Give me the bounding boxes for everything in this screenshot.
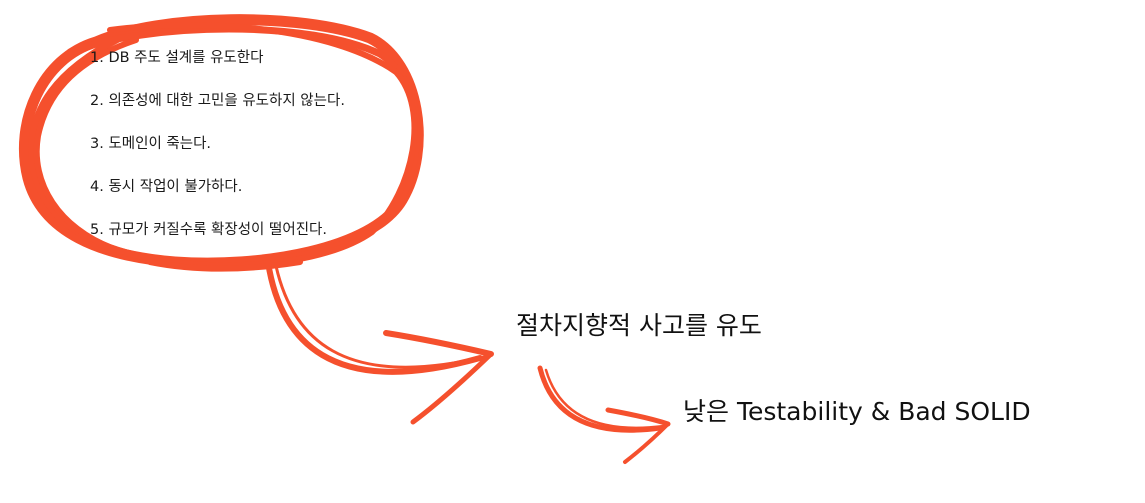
arrow-to-procedural — [265, 259, 494, 425]
list-item: 5. 규모가 커질수록 확장성이 떨어진다. — [90, 222, 327, 238]
testability-label: 낮은 Testability & Bad SOLID — [683, 397, 1031, 426]
procedural-thinking-label: 절차지향적 사고를 유도 — [516, 311, 762, 340]
list-item: 3. 도메인이 죽는다. — [90, 136, 212, 152]
list-item: 4. 동시 작업이 불가하다. — [90, 179, 243, 195]
problem-list: 1. DB 주도 설계를 유도한다 2. 의존성에 대한 고민을 유도하지 않는… — [90, 48, 420, 263]
arrow-to-testability — [537, 365, 671, 464]
list-item: 2. 의존성에 대한 고민을 유도하지 않는다. — [90, 93, 345, 109]
list-item: 1. DB 주도 설계를 유도한다 — [90, 50, 264, 66]
